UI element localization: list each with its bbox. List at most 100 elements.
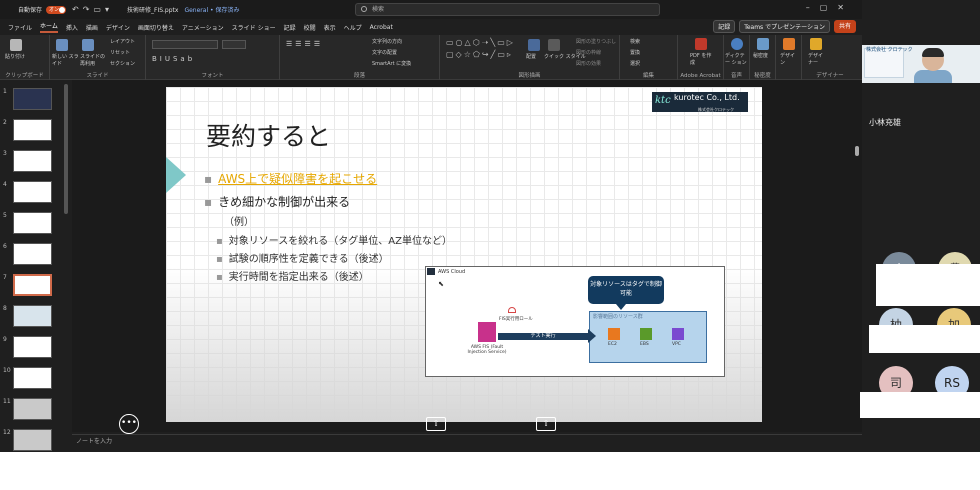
presenter-body bbox=[914, 70, 952, 83]
ec2-icon bbox=[608, 328, 620, 340]
font-family-select[interactable] bbox=[152, 40, 218, 49]
font-size-select[interactable] bbox=[222, 40, 246, 49]
sub-bullet-1-text[interactable]: 対象リソースを絞れる（タグ単位、AZ単位など） bbox=[229, 236, 452, 247]
tab-acrobat[interactable]: Acrobat bbox=[370, 24, 393, 31]
thumbnails-scrollbar[interactable] bbox=[64, 84, 68, 214]
share-screen-icon[interactable]: ⇧ bbox=[426, 417, 446, 431]
slide-thumbnail[interactable] bbox=[13, 336, 52, 358]
reuse-slides-icon[interactable] bbox=[82, 39, 94, 51]
slide-vertical-scrollbar[interactable] bbox=[855, 146, 859, 156]
bullet-marker: ▪ bbox=[216, 236, 223, 247]
shapes-gallery-row2[interactable]: ▢◇☆⬠↪╱▭▹ bbox=[446, 50, 513, 59]
sub-bullet-3[interactable]: ▪ 実行時間を指定出来る（後述） bbox=[216, 268, 369, 283]
slide[interactable]: ktc kurotec Co., Ltd. 株式会社クロテック 要約すると ▪ A… bbox=[166, 87, 762, 422]
paste-icon[interactable] bbox=[10, 39, 22, 51]
bullet-1[interactable]: ▪ AWS上で疑似障害を起こせる bbox=[204, 170, 377, 187]
tab-insert[interactable]: 挿入 bbox=[66, 23, 78, 32]
ribbon-group-voice: ディクテー ション 音声 bbox=[724, 35, 750, 80]
tab-slideshow[interactable]: スライド ショー bbox=[232, 23, 276, 32]
pdf-icon[interactable] bbox=[695, 38, 707, 50]
design-label[interactable]: デザイ ン bbox=[780, 52, 800, 66]
tab-record[interactable]: 記録 bbox=[284, 23, 296, 32]
bullet-2-text[interactable]: きめ細かな制御が出来る bbox=[218, 195, 350, 209]
slide-thumbnail[interactable] bbox=[13, 88, 52, 110]
list-buttons[interactable]: ☰☰☰☰ bbox=[286, 40, 323, 48]
design-icon[interactable] bbox=[783, 38, 795, 50]
microphone-icon[interactable] bbox=[731, 38, 743, 50]
shapes-gallery[interactable]: ▭○△⬡➝╲▭▷ bbox=[446, 38, 515, 47]
presenter-video[interactable]: 株式会社 クロテック bbox=[862, 45, 980, 83]
more-options-icon[interactable]: ••• bbox=[119, 414, 139, 434]
bullet-2[interactable]: ▪ きめ細かな制御が出来る bbox=[204, 193, 350, 210]
sub-bullet-1[interactable]: ▪ 対象リソースを絞れる（タグ単位、AZ単位など） bbox=[216, 232, 452, 247]
section-button[interactable]: セクション bbox=[110, 60, 135, 67]
notes-input[interactable]: ノートを入力 bbox=[72, 434, 862, 450]
slide-thumbnail[interactable] bbox=[13, 367, 52, 389]
slide-thumbnail[interactable] bbox=[13, 181, 52, 203]
tab-view[interactable]: 表示 bbox=[324, 23, 336, 32]
slide-thumbnail-active[interactable] bbox=[13, 274, 52, 296]
thumb-number: 12 bbox=[3, 429, 11, 436]
layout-button[interactable]: レイアウト bbox=[110, 38, 135, 45]
example-label[interactable]: （例） bbox=[224, 213, 254, 228]
slide-thumbnail[interactable] bbox=[13, 429, 52, 451]
thumb-number: 7 bbox=[3, 274, 7, 281]
sub-bullet-2-text[interactable]: 試験の順序性を定義できる（後述） bbox=[229, 254, 389, 265]
text-direction-button[interactable]: 文字列の方向 bbox=[372, 38, 402, 45]
select-button[interactable]: 選択 bbox=[630, 60, 640, 67]
sensitivity-status[interactable]: General • 保存済み bbox=[184, 5, 239, 14]
sub-bullet-2[interactable]: ▪ 試験の順序性を定義できる（後述） bbox=[216, 250, 389, 265]
teams-present-button[interactable]: Teams でプレゼンテーション bbox=[739, 20, 830, 33]
window-controls[interactable]: –▢✕ bbox=[806, 3, 854, 12]
quick-styles-icon[interactable] bbox=[548, 39, 560, 51]
tab-help[interactable]: ヘルプ bbox=[344, 23, 362, 32]
record-button[interactable]: 記録 bbox=[713, 20, 736, 33]
tab-design[interactable]: デザイン bbox=[106, 23, 130, 32]
designer-icon[interactable] bbox=[810, 38, 822, 50]
tab-transitions[interactable]: 画面切り替え bbox=[138, 23, 174, 32]
font-format-buttons[interactable]: BIUSab bbox=[152, 55, 195, 63]
tab-draw[interactable]: 描画 bbox=[86, 23, 98, 32]
paste-label[interactable]: 貼り付け bbox=[5, 53, 25, 60]
arrange-icon[interactable] bbox=[528, 39, 540, 51]
replace-button[interactable]: 置換 bbox=[630, 49, 640, 56]
tab-animations[interactable]: アニメーション bbox=[182, 23, 224, 32]
find-button[interactable]: 検索 bbox=[630, 38, 640, 45]
reset-button[interactable]: リセット bbox=[110, 49, 130, 56]
sub-bullet-3-text[interactable]: 実行時間を指定出来る（後述） bbox=[229, 272, 369, 283]
slide-thumbnail[interactable] bbox=[13, 305, 52, 327]
reuse-slides-label[interactable]: スライドの 再利用 bbox=[80, 53, 108, 67]
bullet-1-text[interactable]: AWS上で疑似障害を起こせる bbox=[218, 172, 377, 186]
align-text-button[interactable]: 文字の配置 bbox=[372, 49, 397, 56]
shape-effects-button[interactable]: 図形の効果 bbox=[576, 60, 601, 67]
slide-thumbnail[interactable] bbox=[13, 398, 52, 420]
designer-label[interactable]: デザイ ナー bbox=[808, 52, 828, 66]
sensitivity-icon[interactable] bbox=[757, 38, 769, 50]
quick-access-toolbar[interactable]: ↶↷▭▾ bbox=[72, 5, 113, 14]
dictate-label[interactable]: ディクテー ション bbox=[725, 52, 749, 66]
autosave-toggle[interactable]: オン bbox=[46, 5, 67, 14]
thumb-number: 11 bbox=[3, 398, 11, 405]
thumb-number: 10 bbox=[3, 367, 11, 374]
new-slide-label[interactable]: 新しい スライド bbox=[52, 53, 80, 67]
slide-title[interactable]: 要約すると bbox=[206, 117, 331, 153]
shape-fill-button[interactable]: 図形の塗りつぶし bbox=[576, 38, 616, 45]
share-button[interactable]: 共有 bbox=[833, 20, 856, 33]
smartart-button[interactable]: SmartArt に変換 bbox=[372, 60, 411, 67]
slide-thumbnail[interactable] bbox=[13, 150, 52, 172]
tab-home[interactable]: ホーム bbox=[40, 21, 58, 33]
search-input[interactable]: 検索 bbox=[355, 3, 660, 16]
arrange-label[interactable]: 配置 bbox=[526, 53, 536, 60]
share-screen-icon-2[interactable]: ⇧ bbox=[536, 417, 556, 431]
shape-outline-button[interactable]: 図形の枠線 bbox=[576, 49, 601, 56]
slide-thumbnail[interactable] bbox=[13, 119, 52, 141]
new-slide-icon[interactable] bbox=[56, 39, 68, 51]
tab-file[interactable]: ファイル bbox=[8, 23, 32, 32]
sensitivity-label[interactable]: 秘密度 bbox=[753, 52, 768, 59]
slide-thumbnail[interactable] bbox=[13, 243, 52, 265]
tab-review[interactable]: 校閲 bbox=[304, 23, 316, 32]
create-pdf-label[interactable]: PDF を作成 bbox=[690, 52, 714, 66]
document-filename[interactable]: 技術研修_FIS.pptx bbox=[127, 5, 178, 14]
slide-thumbnail[interactable] bbox=[13, 212, 52, 234]
aws-architecture-diagram[interactable]: AWS Cloud ⬉ 対象リソースはタグで制御可能 影響範囲のリソース群 EC… bbox=[425, 266, 725, 377]
